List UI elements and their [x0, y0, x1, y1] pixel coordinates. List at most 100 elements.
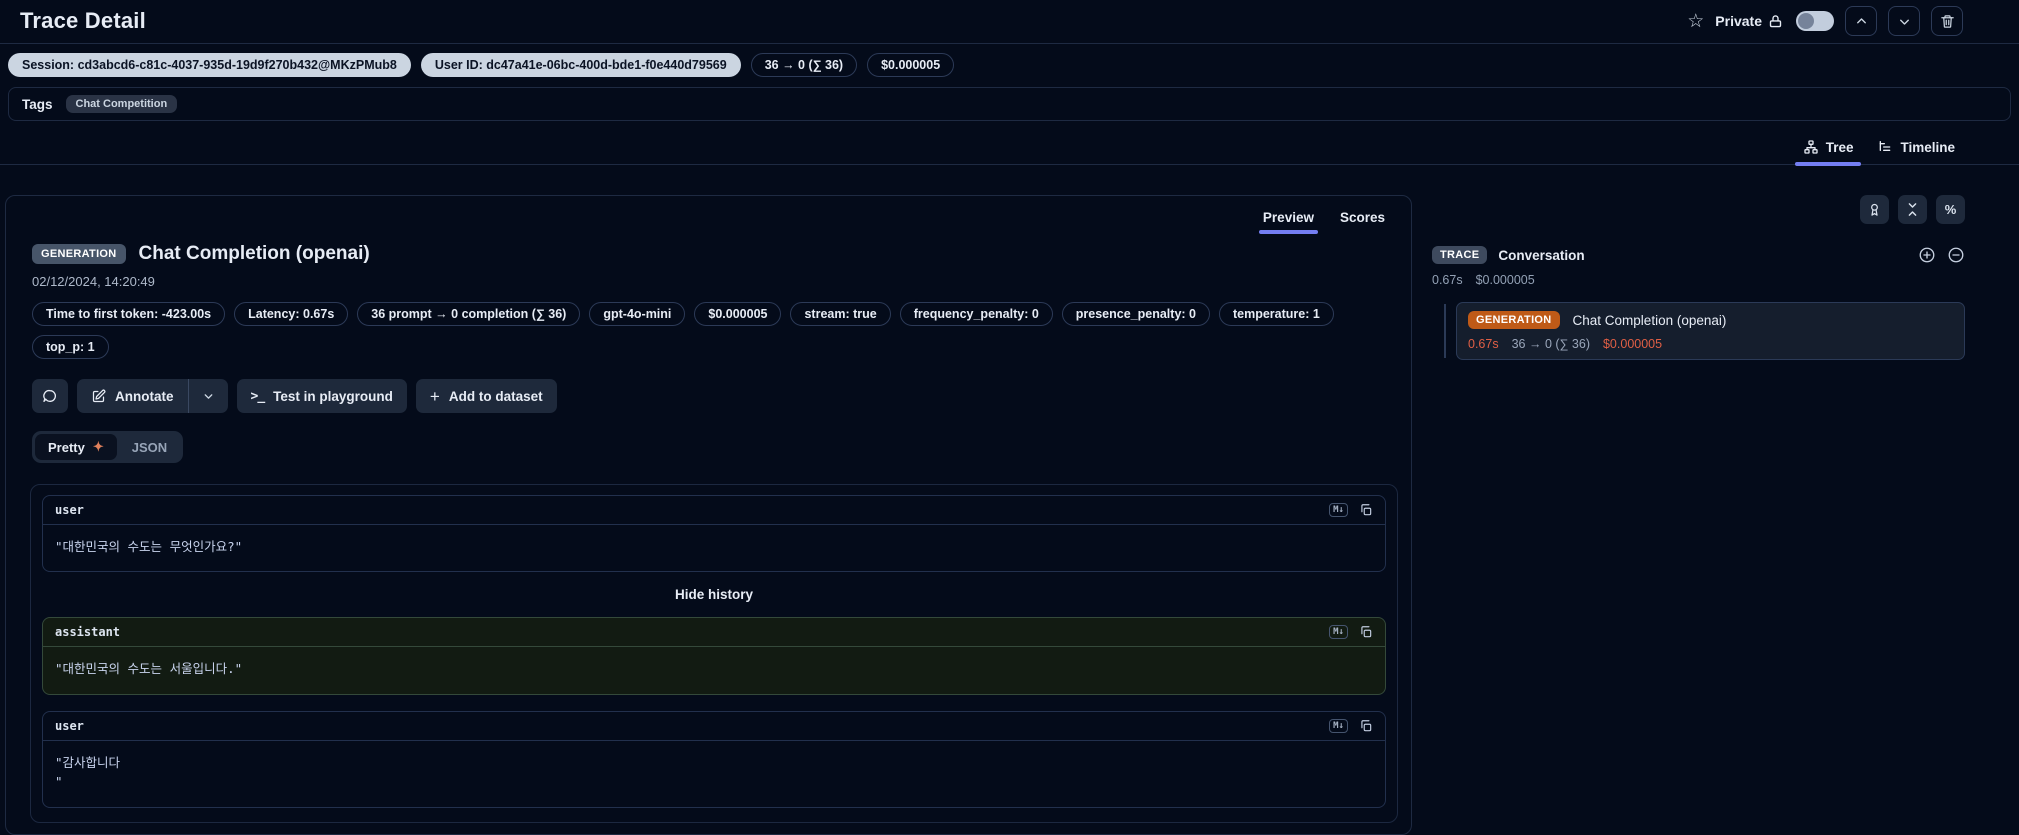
tree-children: GENERATION Chat Completion (openai) 0.67…	[1432, 302, 1965, 360]
pill-top-p: top_p: 1	[32, 335, 109, 359]
message-tools: M↓	[1329, 625, 1373, 640]
test-in-playground-button[interactable]: >_ Test in playground	[236, 379, 407, 413]
observation-timestamp: 02/12/2024, 14:20:49	[32, 274, 155, 289]
comment-icon	[42, 388, 58, 404]
tree-toolbar: %	[1432, 195, 1965, 224]
pill-frequency-penalty: frequency_penalty: 0	[899, 302, 1053, 326]
tab-scores[interactable]: Scores	[1328, 205, 1397, 234]
collapse-all-button[interactable]	[1898, 195, 1927, 224]
token-usage-badge: 36 → 0 (∑ 36)	[750, 53, 858, 77]
expand-all-button[interactable]	[1918, 246, 1936, 264]
public-toggle[interactable]	[1796, 11, 1834, 31]
chevrons-collapse-icon	[1905, 202, 1920, 217]
chevron-up-icon	[1854, 14, 1869, 29]
hide-history-button[interactable]: Hide history	[42, 587, 1386, 602]
pill-token-breakdown: 36 prompt → 0 completion (∑ 36)	[357, 302, 581, 326]
format-toggle-wrap: Pretty ✦ JSON	[6, 431, 1411, 463]
bookmark-star-icon[interactable]: ☆	[1687, 12, 1704, 31]
tab-timeline-label: Timeline	[1900, 139, 1955, 155]
message-role: user	[55, 718, 84, 733]
message-content: "대한민국의 수도는 무엇인가요?"	[55, 539, 243, 554]
pill-time-to-first-token: Time to first token: -423.00s	[32, 302, 226, 326]
tab-timeline[interactable]: Timeline	[1865, 132, 1967, 164]
trace-root-row[interactable]: TRACE Conversation	[1432, 246, 1965, 264]
observation-panel: Preview Scores GENERATION Chat Completio…	[5, 195, 1412, 835]
terminal-icon: >_	[250, 388, 266, 404]
format-json-option[interactable]: JSON	[119, 435, 180, 460]
tab-tree[interactable]: Tree	[1791, 132, 1866, 166]
timeline-icon	[1877, 139, 1893, 155]
tag-chip[interactable]: Chat Competition	[65, 95, 178, 113]
message-role: user	[55, 503, 84, 517]
privacy-indicator: Private	[1715, 13, 1783, 29]
observation-metadata-pills: Time to first token: -423.00s Latency: 0…	[32, 302, 1385, 359]
trace-latency: 0.67s	[1432, 273, 1463, 287]
message-content: "감사합니다 "	[55, 754, 121, 790]
copy-icon[interactable]	[1359, 503, 1373, 517]
trace-title: Conversation	[1498, 247, 1585, 263]
trace-metrics: 0.67s $0.000005	[1432, 273, 1965, 287]
generation-node-metrics: 0.67s 36 → 0 (∑ 36) $0.000005	[1468, 337, 1953, 351]
percent-icon: %	[1944, 202, 1957, 217]
message-role: assistant	[55, 625, 121, 640]
privacy-label: Private	[1715, 13, 1762, 29]
markdown-toggle-icon[interactable]: M↓	[1329, 718, 1348, 733]
sparkles-icon: ✦	[92, 439, 104, 454]
trace-type-badge: TRACE	[1432, 246, 1488, 264]
message-user-2: user M↓ "감사합니다 "	[42, 710, 1386, 808]
edit-pen-icon	[91, 389, 106, 404]
annotate-button[interactable]: Annotate	[77, 379, 188, 413]
observation-tabs: Preview Scores	[6, 196, 1411, 234]
observation-type-badge: GENERATION	[32, 244, 126, 264]
format-pretty-option[interactable]: Pretty ✦	[35, 434, 117, 460]
trace-badges-row: Session: cd3abcd6-c81c-4037-935d-19d9f27…	[0, 44, 2019, 86]
main-content: Preview Scores GENERATION Chat Completio…	[0, 165, 2019, 835]
tree-node-generation[interactable]: GENERATION Chat Completion (openai) 0.67…	[1456, 302, 1965, 360]
message-tools: M↓	[1329, 503, 1373, 517]
copy-icon[interactable]	[1359, 625, 1373, 639]
trace-cost: $0.000005	[1475, 273, 1535, 287]
minus-circle-icon	[1947, 246, 1965, 264]
message-content: "대한민국의 수도는 서울입니다."	[55, 661, 243, 677]
copy-icon[interactable]	[1359, 719, 1373, 733]
pill-temperature: temperature: 1	[1218, 302, 1334, 326]
next-observation-button[interactable]	[1888, 6, 1920, 36]
markdown-toggle-icon[interactable]: M↓	[1329, 625, 1348, 640]
pill-cost: $0.000005	[694, 302, 782, 326]
tab-preview[interactable]: Preview	[1251, 205, 1326, 234]
user-id-badge[interactable]: User ID: dc47a41e-06bc-400d-bde1-f0e440d…	[420, 53, 741, 77]
message-tools: M↓	[1329, 718, 1373, 733]
message-user-1: user M↓ "대한민국의 수도는 무엇인가요?"	[42, 495, 1386, 573]
metrics-toggle-button[interactable]: %	[1936, 195, 1965, 224]
scores-toggle-button[interactable]	[1860, 195, 1889, 224]
delete-trace-button[interactable]	[1931, 6, 1963, 36]
pretty-label: Pretty	[48, 439, 85, 455]
generation-type-badge: GENERATION	[1468, 311, 1560, 329]
header-actions: ☆ Private	[1687, 6, 1963, 36]
session-badge[interactable]: Session: cd3abcd6-c81c-4037-935d-19d9f27…	[8, 53, 411, 77]
annotate-label: Annotate	[115, 388, 174, 404]
toggle-knob	[1798, 13, 1814, 29]
node-tokens: 36 → 0 (∑ 36)	[1511, 337, 1590, 351]
markdown-toggle-icon[interactable]: M↓	[1329, 503, 1348, 517]
lock-icon	[1768, 14, 1783, 29]
messages-container: user M↓ "대한민국의 수도는 무엇인가요?" Hide history …	[30, 484, 1398, 823]
trace-tree-panel: % TRACE Conversation 0.67s $0.000005 GEN…	[1432, 195, 1965, 360]
page-title: Trace Detail	[20, 8, 146, 33]
tab-tree-label: Tree	[1825, 139, 1854, 155]
playground-label: Test in playground	[273, 388, 393, 404]
chevron-down-icon	[202, 390, 215, 403]
annotate-dropdown-button[interactable]	[189, 379, 228, 413]
page-header: Trace Detail ☆ Private	[0, 0, 2019, 43]
chevron-down-icon	[1897, 14, 1912, 29]
collapse-tree-button[interactable]	[1947, 246, 1965, 264]
generation-node-title: Chat Completion (openai)	[1572, 312, 1727, 328]
node-cost: $0.000005	[1602, 337, 1663, 351]
award-icon	[1867, 202, 1882, 217]
prev-observation-button[interactable]	[1845, 6, 1877, 36]
pill-model: gpt-4o-mini	[589, 302, 686, 326]
cost-badge: $0.000005	[867, 53, 955, 77]
add-to-dataset-button[interactable]: + Add to dataset	[415, 379, 557, 413]
trash-icon	[1940, 14, 1955, 29]
comment-button[interactable]	[32, 379, 68, 413]
